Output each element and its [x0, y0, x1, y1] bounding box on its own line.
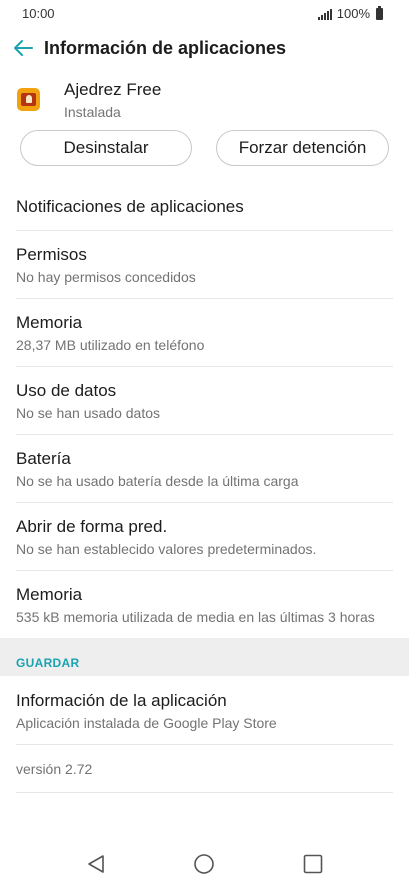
row-subtitle: Aplicación instalada de Google Play Stor…	[16, 715, 277, 731]
settings-row-app-details[interactable]: Información de la aplicación Aplicación …	[16, 676, 393, 745]
recents-icon[interactable]	[301, 852, 325, 876]
row-title: Batería	[16, 449, 71, 468]
app-name: Ajedrez Free	[64, 80, 162, 99]
status-time: 10:00	[22, 6, 55, 21]
force-stop-button[interactable]: Forzar detención	[216, 130, 389, 166]
row-title: Notificaciones de aplicaciones	[16, 197, 244, 216]
battery-icon	[376, 5, 383, 20]
row-title: Uso de datos	[16, 381, 117, 400]
back-icon[interactable]	[84, 852, 108, 876]
home-icon[interactable]	[192, 852, 216, 876]
row-subtitle: No hay permisos concedidos	[16, 269, 196, 285]
row-subtitle: 28,37 MB utilizado en teléfono	[16, 337, 205, 353]
app-bar: Información de aplicaciones	[0, 28, 409, 72]
settings-row-open-by-default[interactable]: Abrir de forma pred. No se han estableci…	[16, 503, 393, 571]
row-title: Información de la aplicación	[16, 691, 227, 710]
section-header-label: GUARDAR	[16, 656, 80, 670]
battery-percentage: 100%	[336, 6, 370, 21]
row-title: Abrir de forma pred.	[16, 517, 168, 536]
row-title: Memoria	[16, 313, 83, 332]
settings-row-permissions[interactable]: Permisos No hay permisos concedidos	[16, 231, 393, 299]
navigation-bar	[0, 840, 409, 888]
settings-row-notifications[interactable]: Notificaciones de aplicaciones	[16, 180, 393, 231]
row-title: Permisos	[16, 245, 87, 264]
back-arrow-icon[interactable]	[12, 36, 34, 60]
settings-row-data-usage[interactable]: Uso de datos No se han usado datos	[16, 367, 393, 435]
status-indicators: 100%	[317, 5, 383, 21]
version-row: versión 2.72	[16, 745, 393, 793]
chess-app-icon	[17, 88, 40, 111]
signal-icon	[317, 8, 332, 20]
app-install-status: Instalada	[64, 104, 121, 120]
page-title: Información de aplicaciones	[44, 38, 287, 58]
row-subtitle: 535 kB memoria utilizada de media en las…	[16, 609, 375, 625]
status-bar: 10:00 100%	[0, 0, 409, 28]
app-version: versión 2.72	[16, 761, 93, 777]
row-subtitle: No se han usado datos	[16, 405, 160, 421]
settings-row-storage[interactable]: Memoria 28,37 MB utilizado en teléfono	[16, 299, 393, 367]
row-subtitle: No se han establecido valores predetermi…	[16, 541, 317, 557]
settings-row-memory[interactable]: Memoria 535 kB memoria utilizada de medi…	[16, 571, 393, 638]
section-header-store: GUARDAR	[0, 638, 409, 676]
settings-row-battery[interactable]: Batería No se ha usado batería desde la …	[16, 435, 393, 503]
app-summary: Ajedrez Free Instalada	[0, 75, 409, 125]
row-subtitle: No se ha usado batería desde la última c…	[16, 473, 299, 489]
row-title: Memoria	[16, 585, 83, 604]
uninstall-button[interactable]: Desinstalar	[20, 130, 192, 166]
